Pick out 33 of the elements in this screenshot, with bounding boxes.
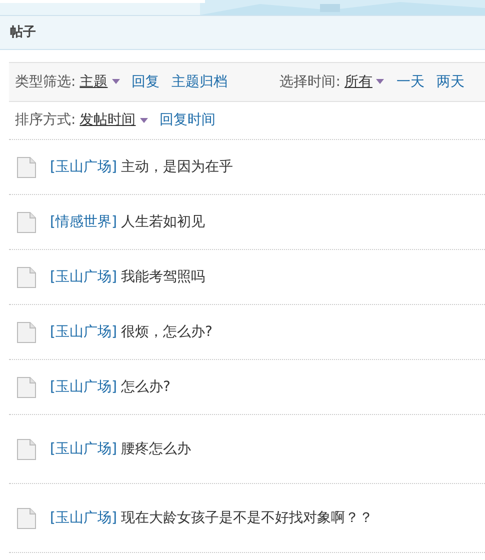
filter-option[interactable]: 回复时间: [160, 110, 216, 131]
post-title-link[interactable]: 主动，是因为在乎: [120, 156, 233, 178]
filter-option[interactable]: 所有: [344, 72, 384, 92]
category-link[interactable]: [玉山广场]: [50, 508, 117, 528]
filter-option[interactable]: 发帖时间: [80, 110, 148, 131]
filter-option[interactable]: 回复: [132, 72, 160, 92]
document-icon: [17, 438, 36, 460]
filter-option[interactable]: 两天: [436, 72, 464, 92]
category-link[interactable]: [玉山广场]: [50, 376, 117, 398]
category-link[interactable]: [玉山广场]: [50, 156, 117, 178]
post-title-link[interactable]: 很烦，怎么办?: [120, 322, 212, 342]
category-link[interactable]: [玉山广场]: [50, 322, 117, 342]
filter-option[interactable]: 主题归档: [172, 72, 228, 92]
section-title: 帖子: [10, 24, 36, 42]
document-icon: [17, 212, 36, 232]
sort-label: 排序方式:: [15, 111, 76, 130]
document-icon: [17, 508, 36, 528]
post-title-link[interactable]: 现在大龄女孩子是不是不好找对象啊？？: [120, 508, 373, 528]
document-icon: [17, 156, 36, 178]
post-title-link[interactable]: 我能考驾照吗: [120, 266, 205, 288]
category-link[interactable]: [情感世界]: [50, 212, 117, 232]
post-title-link[interactable]: 人生若如初见: [120, 212, 205, 232]
category-link[interactable]: [玉山广场]: [50, 266, 117, 288]
document-icon: [17, 376, 36, 398]
document-icon: [17, 322, 36, 342]
post-title-link[interactable]: 怎么办?: [120, 376, 170, 398]
document-icon: [17, 266, 36, 288]
time-filter-label: 选择时间:: [280, 72, 340, 92]
category-link[interactable]: [玉山广场]: [50, 438, 117, 460]
filter-option[interactable]: 主题: [80, 72, 120, 92]
type-filter-label: 类型筛选:: [15, 72, 76, 92]
post-title-link[interactable]: 腰疼怎么办: [120, 438, 191, 460]
filter-option[interactable]: 一天: [396, 72, 424, 92]
